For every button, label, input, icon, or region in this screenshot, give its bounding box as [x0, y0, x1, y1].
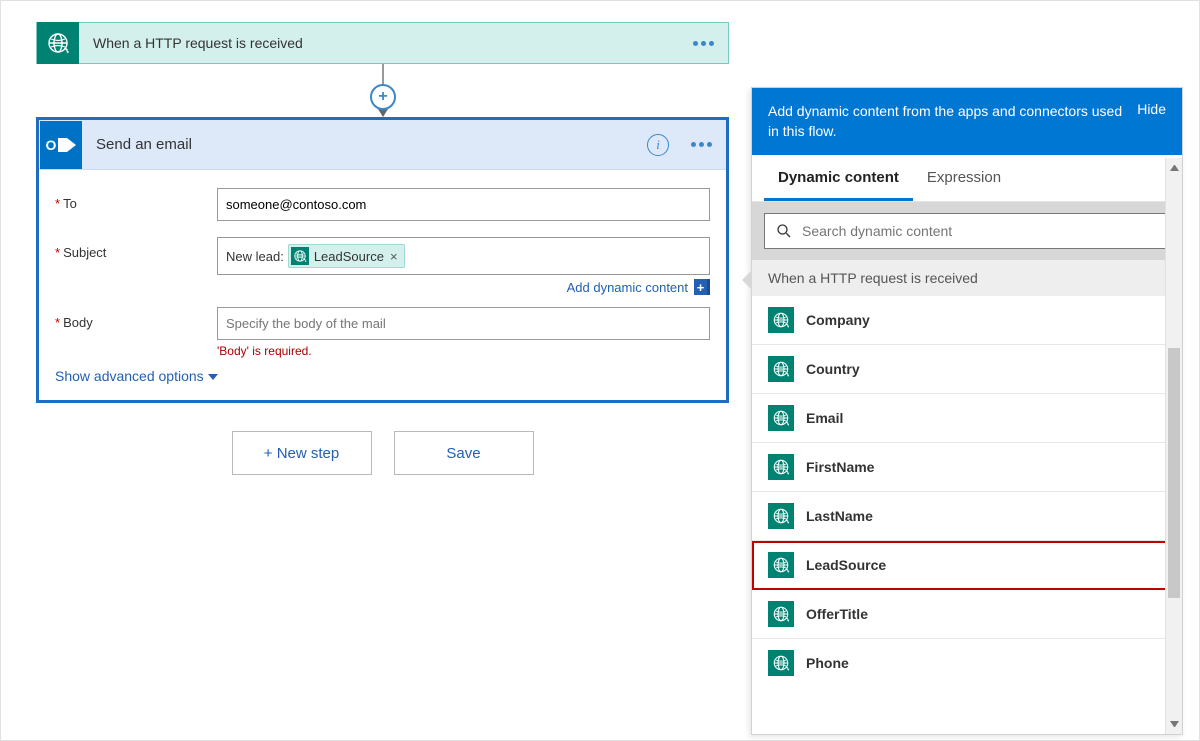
dc-item-label: LastName	[806, 508, 873, 524]
http-request-icon	[768, 454, 794, 480]
show-advanced-options-link[interactable]: Show advanced options	[55, 368, 710, 384]
to-input-text[interactable]	[226, 197, 701, 212]
dc-search-input[interactable]	[802, 223, 1159, 239]
insert-step-button[interactable]: +	[370, 84, 396, 110]
scroll-thumb[interactable]	[1168, 348, 1180, 598]
action-title: Send an email	[96, 136, 647, 153]
dot-icon	[707, 142, 712, 147]
dc-item-company[interactable]: Company	[752, 296, 1182, 345]
action-header[interactable]: O Send an email i	[39, 120, 726, 170]
plus-icon: +	[694, 279, 710, 295]
subject-label: *Subject	[55, 237, 217, 260]
new-step-button[interactable]: + New step	[232, 431, 372, 475]
remove-token-icon[interactable]: ×	[390, 249, 398, 264]
dc-item-email[interactable]: Email	[752, 394, 1182, 443]
search-icon	[775, 222, 793, 240]
dot-icon	[701, 41, 706, 46]
save-button[interactable]: Save	[394, 431, 534, 475]
dc-item-label: LeadSource	[806, 557, 886, 573]
dc-item-firstname[interactable]: FirstName	[752, 443, 1182, 492]
http-request-icon	[291, 247, 309, 265]
http-request-icon	[768, 650, 794, 676]
chevron-down-icon	[208, 374, 218, 380]
dc-item-label: Phone	[806, 655, 849, 671]
dc-search-wrap	[752, 202, 1182, 260]
add-dynamic-content-link[interactable]: Add dynamic content +	[55, 279, 710, 295]
to-input[interactable]	[217, 188, 710, 221]
http-request-icon	[768, 503, 794, 529]
subject-text: New lead:	[226, 249, 284, 264]
token-label: LeadSource	[314, 249, 384, 264]
dynamic-token-leadsource[interactable]: LeadSource ×	[288, 244, 405, 268]
dc-item-offertitle[interactable]: OfferTitle	[752, 590, 1182, 639]
panel-pointer	[742, 270, 752, 290]
hide-panel-link[interactable]: Hide	[1137, 101, 1166, 117]
action-body: *To *Subject New lead: LeadSource ×	[39, 170, 726, 400]
http-request-icon	[768, 601, 794, 627]
dot-icon	[699, 142, 704, 147]
info-icon[interactable]: i	[647, 134, 669, 156]
body-error: 'Body' is required.	[217, 344, 710, 358]
http-request-icon	[768, 307, 794, 333]
dc-item-label: Country	[806, 361, 860, 377]
scroll-up-icon[interactable]	[1170, 162, 1179, 171]
action-card: O Send an email i *To *Subject New	[36, 117, 729, 403]
scroll-down-icon[interactable]	[1170, 721, 1179, 730]
http-request-icon	[768, 405, 794, 431]
dc-items-list: Company Country Email FirstName LastName Lead…	[752, 296, 1182, 687]
tab-dynamic-content[interactable]: Dynamic content	[764, 155, 913, 201]
dot-icon	[709, 41, 714, 46]
action-menu-button[interactable]	[691, 142, 712, 147]
body-input-text[interactable]	[226, 316, 701, 331]
button-row: + New step Save	[36, 431, 729, 475]
dc-item-phone[interactable]: Phone	[752, 639, 1182, 687]
trigger-menu-button[interactable]	[693, 41, 714, 46]
dot-icon	[693, 41, 698, 46]
dot-icon	[691, 142, 696, 147]
dc-intro-text: Add dynamic content from the apps and co…	[768, 101, 1125, 142]
dc-item-leadsource[interactable]: LeadSource	[752, 541, 1182, 590]
dc-tabs: Dynamic content Expression	[752, 155, 1182, 202]
dc-item-label: Company	[806, 312, 870, 328]
dc-intro-bar: Add dynamic content from the apps and co…	[752, 88, 1182, 155]
advanced-text: Show advanced options	[55, 368, 204, 384]
dc-item-label: OfferTitle	[806, 606, 868, 622]
http-request-icon	[768, 356, 794, 382]
tab-expression[interactable]: Expression	[913, 155, 1015, 201]
http-request-icon	[37, 22, 79, 64]
designer-canvas: When a HTTP request is received + O Send…	[0, 0, 1200, 741]
scrollbar[interactable]	[1165, 158, 1182, 734]
trigger-title: When a HTTP request is received	[93, 35, 693, 51]
dynamic-content-panel: Add dynamic content from the apps and co…	[751, 87, 1183, 735]
outlook-icon: O	[40, 121, 82, 169]
body-label: *Body	[55, 307, 217, 330]
dc-item-country[interactable]: Country	[752, 345, 1182, 394]
field-row-to: *To	[55, 188, 710, 221]
field-row-body: *Body	[55, 307, 710, 340]
dc-item-label: Email	[806, 410, 843, 426]
dc-item-label: FirstName	[806, 459, 874, 475]
add-dc-text: Add dynamic content	[567, 280, 688, 295]
subject-input-text[interactable]	[405, 249, 701, 264]
field-row-subject: *Subject New lead: LeadSource ×	[55, 237, 710, 275]
body-input[interactable]	[217, 307, 710, 340]
dc-group-header: When a HTTP request is received	[752, 260, 1182, 296]
trigger-card[interactable]: When a HTTP request is received	[36, 22, 729, 64]
dc-search-box[interactable]	[764, 213, 1170, 249]
http-request-icon	[768, 552, 794, 578]
to-label: *To	[55, 188, 217, 211]
dc-item-lastname[interactable]: LastName	[752, 492, 1182, 541]
subject-input[interactable]: New lead: LeadSource ×	[217, 237, 710, 275]
